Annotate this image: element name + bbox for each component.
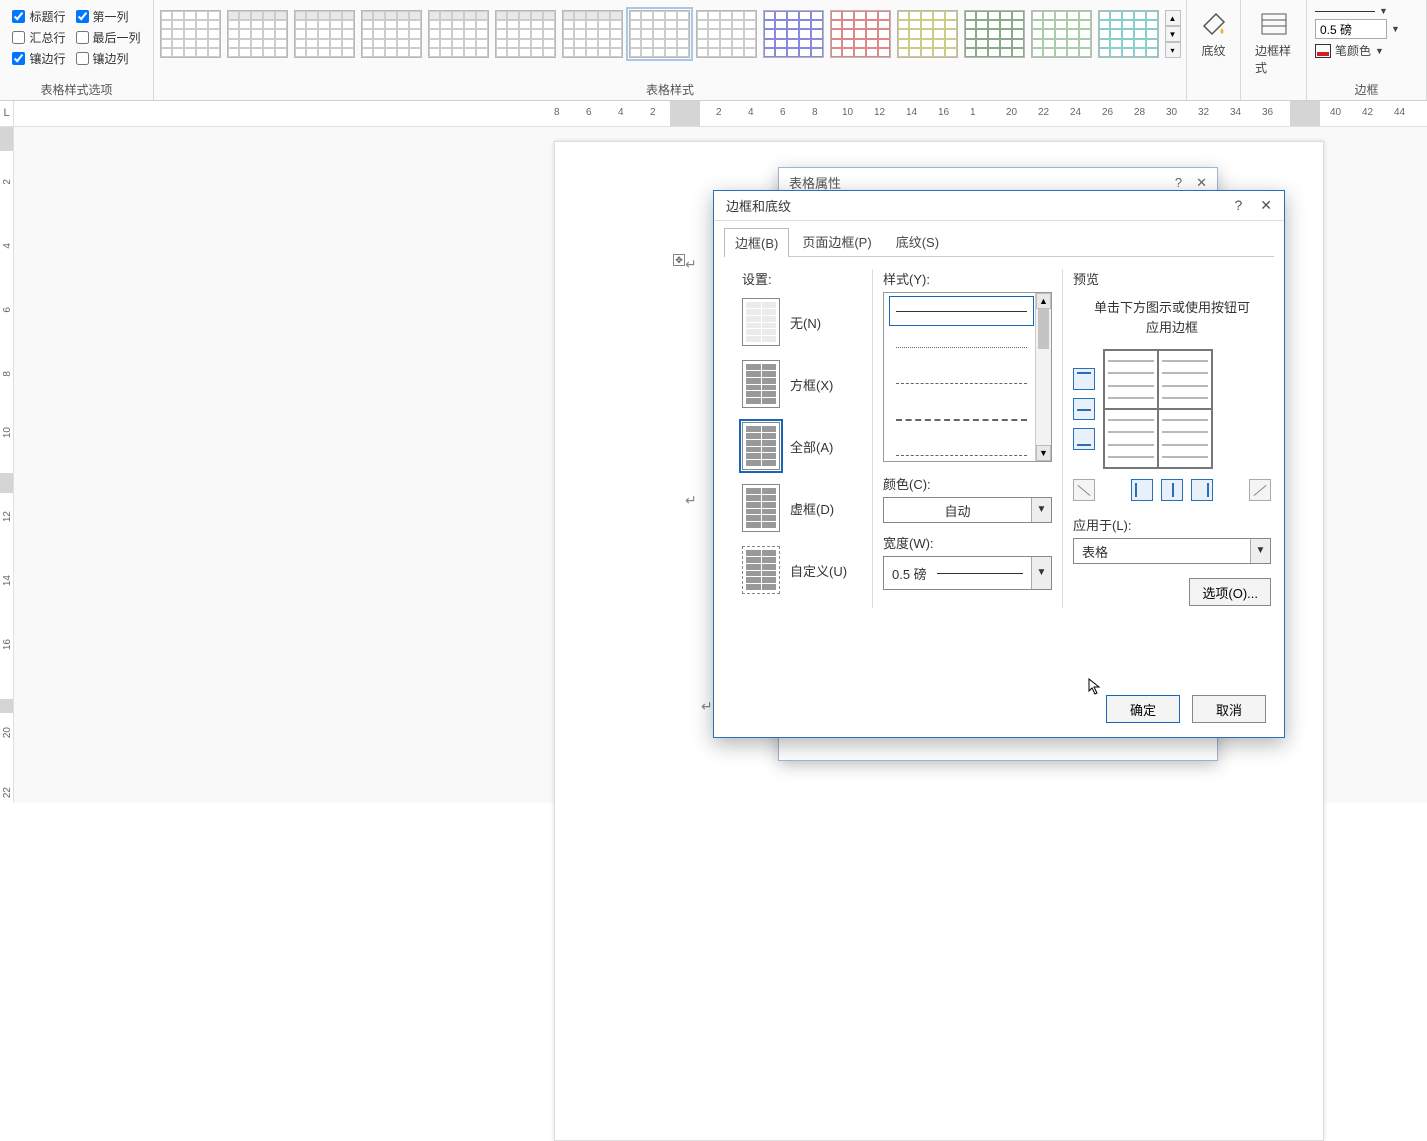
style-thumb[interactable] xyxy=(227,10,288,58)
chevron-down-icon[interactable]: ▼ xyxy=(1250,539,1270,563)
shading-button[interactable]: 底纹 xyxy=(1192,4,1236,63)
borders-group-label: 边框 xyxy=(1354,79,1378,98)
line-style-dashdot[interactable] xyxy=(890,441,1033,469)
color-combo[interactable]: 自动 ▼ xyxy=(883,497,1052,523)
style-thumb[interactable] xyxy=(897,10,958,58)
border-bottom-button[interactable] xyxy=(1073,428,1095,450)
style-thumb[interactable] xyxy=(562,10,623,58)
table-move-handle-icon[interactable]: ✥ xyxy=(673,254,685,266)
help-icon[interactable]: ? xyxy=(1175,175,1182,191)
chk-banded-col[interactable]: 镶边列 xyxy=(76,50,141,67)
dialog-tabs: 边框(B) 页面边框(P) 底纹(S) xyxy=(724,227,1274,257)
styles-group-label: 表格样式 xyxy=(646,79,694,98)
setting-custom[interactable]: 自定义(U) xyxy=(742,546,862,594)
style-thumb[interactable] xyxy=(294,10,355,58)
border-top-button[interactable] xyxy=(1073,368,1095,390)
setting-none[interactable]: 无(N) xyxy=(742,298,862,346)
setting-box[interactable]: 方框(X) xyxy=(742,360,862,408)
border-diag-up-button[interactable] xyxy=(1249,479,1271,501)
style-thumb[interactable] xyxy=(1031,10,1092,58)
settings-label: 设置: xyxy=(742,269,862,288)
line-style-solid[interactable] xyxy=(890,297,1033,325)
style-scrollbar[interactable]: ▲▼ xyxy=(1035,293,1051,461)
shading-group: 底纹 xyxy=(1187,0,1241,100)
border-styles-icon xyxy=(1258,8,1290,40)
border-right-button[interactable] xyxy=(1191,479,1213,501)
tab-shading[interactable]: 底纹(S) xyxy=(885,227,950,256)
chevron-down-icon[interactable]: ▼ xyxy=(1031,498,1051,522)
borders-shading-dialog: 边框和底纹 ? ✕ 边框(B) 页面边框(P) 底纹(S) 设置: 无(N) 方框… xyxy=(713,190,1285,738)
chk-banded-row[interactable]: 镶边行 xyxy=(12,50,65,67)
options-group-label: 表格样式选项 xyxy=(40,79,112,98)
tab-page-border[interactable]: 页面边框(P) xyxy=(791,227,882,256)
dialog-title: 边框和底纹 xyxy=(726,196,791,215)
border-width-input[interactable] xyxy=(1315,19,1387,39)
style-label: 样式(Y): xyxy=(883,269,1052,288)
chk-last-col[interactable]: 最后一列 xyxy=(76,29,141,46)
style-thumb[interactable] xyxy=(830,10,891,58)
line-style-dashed-wide[interactable] xyxy=(890,405,1033,433)
apply-combo[interactable]: 表格 ▼ xyxy=(1073,538,1271,564)
border-mid-h-button[interactable] xyxy=(1073,398,1095,420)
chevron-down-icon[interactable]: ▼ xyxy=(1031,557,1051,589)
border-left-button[interactable] xyxy=(1131,479,1153,501)
pen-color-button[interactable]: 笔颜色 ▼ xyxy=(1315,42,1400,59)
style-thumb-selected[interactable] xyxy=(629,10,690,58)
help-icon[interactable]: ? xyxy=(1234,197,1242,214)
settings-column: 设置: 无(N) 方框(X) 全部(A) 虚框(D) 自定义(U) xyxy=(732,269,872,608)
preview-column: 预览 单击下方图示或使用按钮可应用边框 xyxy=(1062,269,1281,608)
border-styles-group: 边框样式 xyxy=(1241,0,1307,100)
width-combo[interactable]: 0.5 磅 ▼ xyxy=(883,556,1052,590)
style-thumb[interactable] xyxy=(361,10,422,58)
styles-scroll[interactable]: ▲▼▾ xyxy=(1165,10,1181,58)
dialog-title-bar[interactable]: 边框和底纹 ? ✕ xyxy=(714,191,1284,221)
style-thumb[interactable] xyxy=(696,10,757,58)
ruler-corner: L xyxy=(0,101,14,126)
line-style-dotted[interactable] xyxy=(890,333,1033,361)
table-style-options-group: 标题行 第一列 汇总行 最后一列 镶边行 镶边列 表格样式选项 xyxy=(0,0,154,100)
style-thumb[interactable] xyxy=(495,10,556,58)
color-label: 颜色(C): xyxy=(883,474,1052,493)
close-icon[interactable]: ✕ xyxy=(1260,197,1272,214)
style-thumb[interactable] xyxy=(763,10,824,58)
cancel-button[interactable]: 取消 xyxy=(1192,695,1266,723)
apply-label: 应用于(L): xyxy=(1073,515,1271,534)
horizontal-ruler[interactable]: 86 42 24 68 1012 1416 1 2022 2426 2830 3… xyxy=(14,101,1427,126)
ok-button[interactable]: 确定 xyxy=(1106,695,1180,723)
chk-header-row[interactable]: 标题行 xyxy=(12,8,65,25)
vertical-ruler[interactable]: 24 68 1012 1416 2022 xyxy=(0,127,14,803)
border-mid-v-button[interactable] xyxy=(1161,479,1183,501)
style-thumb[interactable] xyxy=(160,10,221,58)
style-thumb[interactable] xyxy=(1098,10,1159,58)
tab-borders[interactable]: 边框(B) xyxy=(724,228,789,257)
bucket-icon xyxy=(1198,8,1230,40)
table-styles-group: ▲▼▾ 表格样式 xyxy=(154,0,1187,100)
ribbon: 标题行 第一列 汇总行 最后一列 镶边行 镶边列 表格样式选项 ▲▼▾ xyxy=(0,0,1427,101)
line-style-dashed[interactable] xyxy=(890,369,1033,397)
chk-total-row[interactable]: 汇总行 xyxy=(12,29,65,46)
width-label: 宽度(W): xyxy=(883,533,1052,552)
options-button[interactable]: 选项(O)... xyxy=(1189,578,1271,606)
border-diag-down-button[interactable] xyxy=(1073,479,1095,501)
style-thumb[interactable] xyxy=(428,10,489,58)
setting-all[interactable]: 全部(A) xyxy=(742,422,862,470)
chk-first-col[interactable]: 第一列 xyxy=(76,8,141,25)
preview-label: 预览 xyxy=(1073,269,1271,288)
line-style-list[interactable]: ▲▼ xyxy=(883,292,1052,462)
preview-hint: 单击下方图示或使用按钮可应用边框 xyxy=(1073,298,1271,337)
preview-box[interactable] xyxy=(1103,349,1213,469)
ruler-row: L 86 42 24 68 1012 1416 1 2022 2426 2830… xyxy=(0,101,1427,127)
chevron-down-icon[interactable]: ▼ xyxy=(1391,24,1400,34)
styles-gallery[interactable]: ▲▼▾ xyxy=(156,4,1185,79)
pen-color-swatch xyxy=(1315,44,1331,58)
chevron-down-icon[interactable]: ▼ xyxy=(1379,6,1388,16)
border-controls-group: ▼ ▼ 笔颜色 ▼ 边框 xyxy=(1307,0,1427,100)
style-thumb[interactable] xyxy=(964,10,1025,58)
setting-grid[interactable]: 虚框(D) xyxy=(742,484,862,532)
close-icon[interactable]: ✕ xyxy=(1196,175,1207,191)
border-styles-button[interactable]: 边框样式 xyxy=(1249,4,1298,80)
style-column: 样式(Y): ▲▼ 颜色(C): 自动 ▼ 宽度(W): 0.5 磅 ▼ xyxy=(872,269,1062,608)
